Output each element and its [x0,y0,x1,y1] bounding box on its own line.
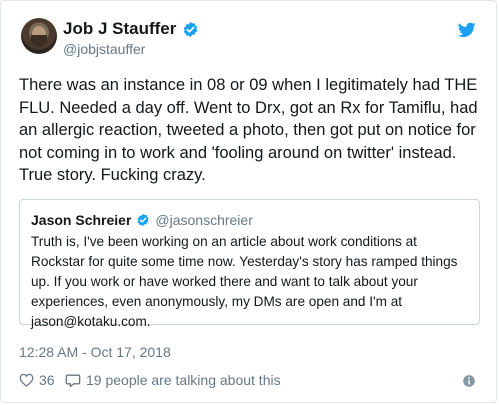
verified-badge-icon [137,213,149,227]
info-icon[interactable] [462,374,476,388]
quoted-tweet-text: Truth is, I've been working on an articl… [31,234,458,329]
avatar-beard [31,35,47,47]
author-handle[interactable]: @jobjstauffer [63,41,145,57]
like-button[interactable]: 36 [19,372,55,388]
avatar[interactable] [21,18,57,54]
quoted-tweet-header: Jason Schreier @jasonschreier [31,212,253,228]
talking-about-label: 19 people are talking about this [86,372,281,388]
tweet-actions: 36 19 people are talking about this [19,372,478,392]
quoted-tweet[interactable]: Jason Schreier @jasonschreier Truth is, … [19,199,480,329]
quoted-display-name: Jason Schreier [31,212,132,228]
like-count: 36 [39,372,55,388]
conversation-link[interactable]: 19 people are talking about this [65,372,281,388]
author-name-row: Job J Stauffer [63,19,199,39]
author-display-name[interactable]: Job J Stauffer [63,19,176,39]
verified-badge-icon [184,21,198,37]
twitter-bird-icon[interactable] [458,22,476,38]
tweet-timestamp[interactable]: 12:28 AM - Oct 17, 2018 [19,344,171,360]
speech-bubble-icon [65,374,81,387]
embedded-tweet: Job J Stauffer @jobjstauffer There was a… [0,0,497,403]
tweet-text: There was an instance in 08 or 09 when I… [19,76,478,184]
heart-icon [19,373,34,387]
quoted-handle: @jasonschreier [155,212,253,228]
